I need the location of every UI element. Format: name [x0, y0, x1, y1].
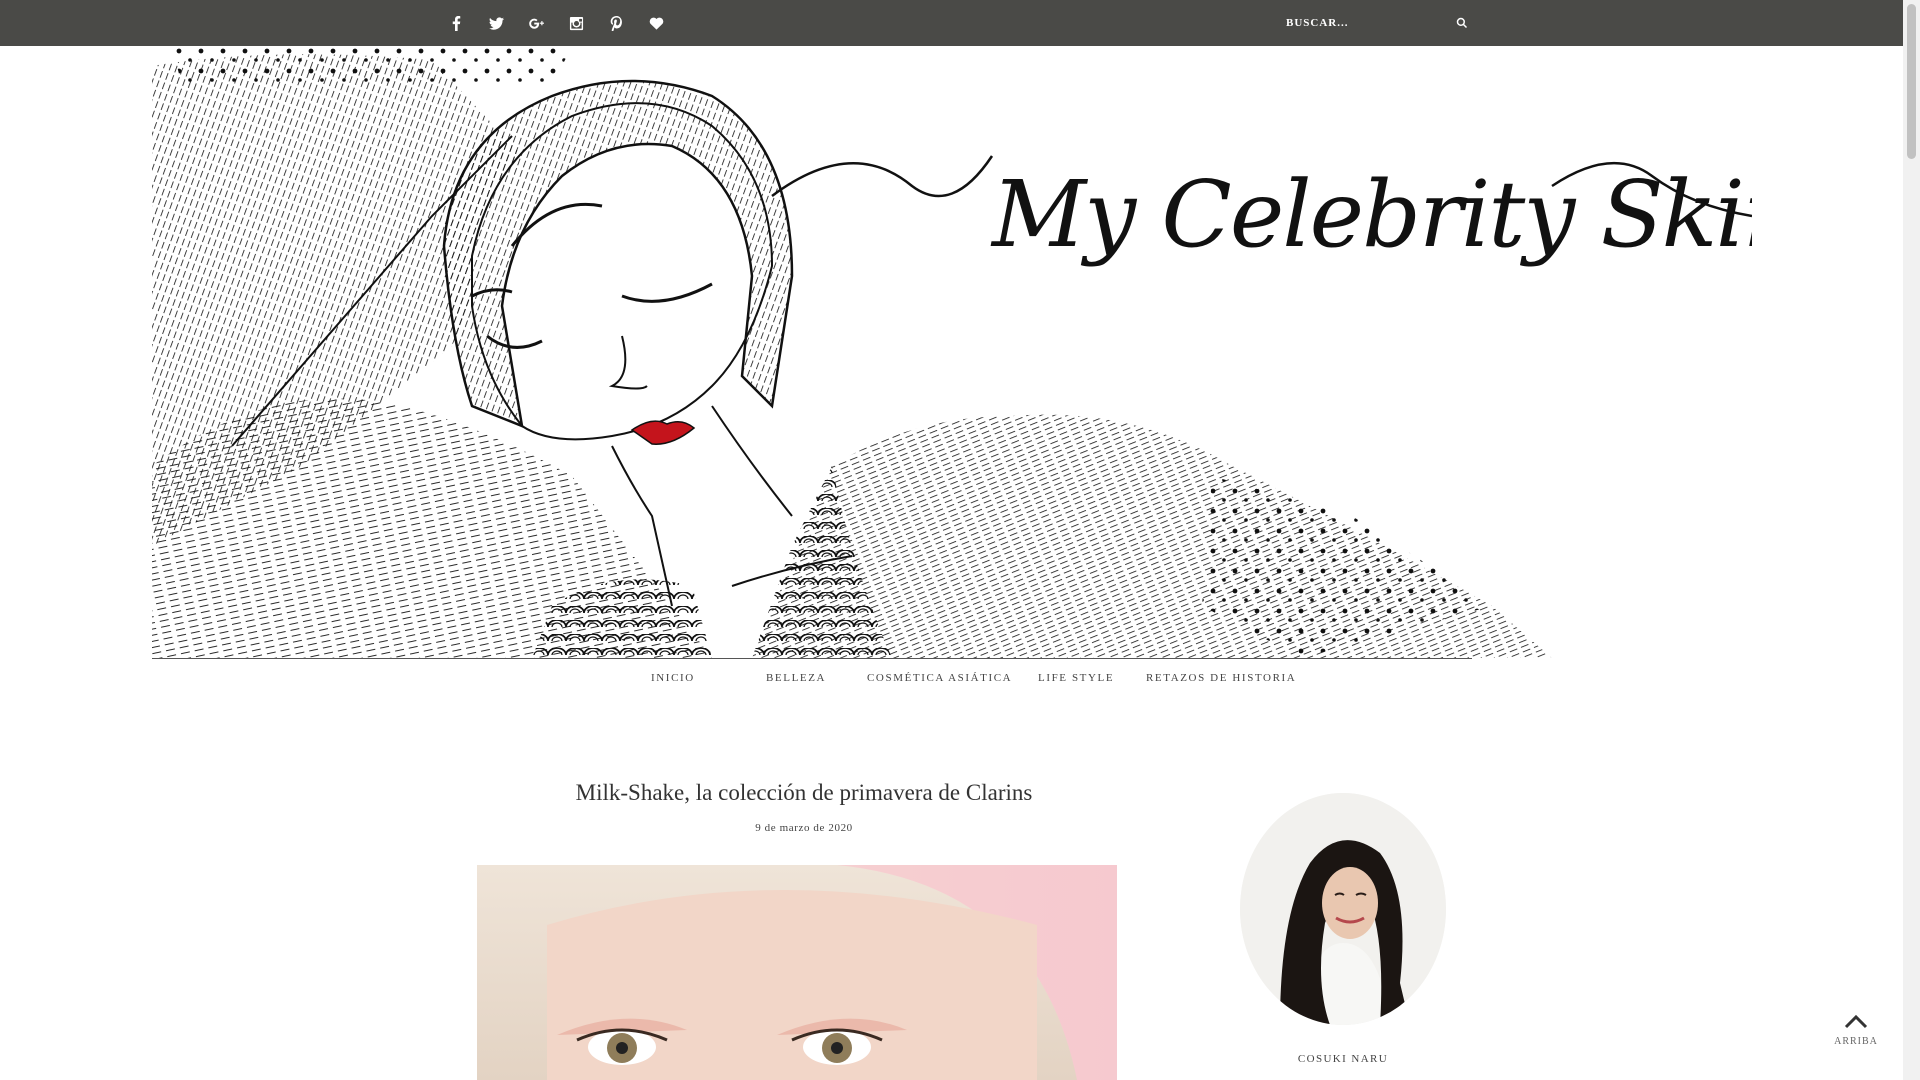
- heart-icon[interactable]: [636, 0, 676, 46]
- post-title[interactable]: Milk-Shake, la colección de primavera de…: [476, 780, 1132, 806]
- twitter-icon[interactable]: [476, 0, 516, 46]
- main-nav: INICIO BELLEZA COSMÉTICA ASIÁTICA LIFE S…: [0, 672, 1903, 696]
- social-links: [436, 0, 676, 46]
- back-to-top-button[interactable]: ARRIBA: [1830, 1012, 1882, 1052]
- pinterest-icon[interactable]: [596, 0, 636, 46]
- header-divider: [152, 658, 1472, 659]
- header-banner[interactable]: My Celebrity Skin: [152, 46, 1752, 658]
- google-plus-icon[interactable]: [516, 0, 556, 46]
- search-input[interactable]: [1278, 17, 1436, 29]
- search-icon[interactable]: [1456, 17, 1468, 29]
- post-date: 9 de marzo de 2020: [755, 822, 853, 834]
- author-avatar[interactable]: [1240, 793, 1446, 1025]
- nav-item-retazos-de-historia[interactable]: RETAZOS DE HISTORIA: [1146, 672, 1296, 684]
- top-bar: [0, 0, 1903, 46]
- author-photo: [1240, 793, 1446, 1025]
- author-name: COSUKI NARU: [1297, 1053, 1389, 1065]
- scrollbar-thumb[interactable]: [1907, 4, 1916, 159]
- logo-text: My Celebrity Skin: [990, 161, 1752, 268]
- instagram-icon[interactable]: [556, 0, 596, 46]
- nav-item-belleza[interactable]: BELLEZA: [766, 672, 826, 684]
- header-illustration: My Celebrity Skin: [152, 46, 1752, 658]
- scrollbar[interactable]: [1903, 0, 1920, 1080]
- post-image-photo: [477, 865, 1117, 1080]
- back-to-top-label: ARRIBA: [1834, 1036, 1878, 1047]
- nav-item-life-style[interactable]: LIFE STYLE: [1038, 672, 1114, 684]
- nav-item-inicio[interactable]: INICIO: [651, 672, 695, 684]
- nav-item-cosmetica-asiatica[interactable]: COSMÉTICA ASIÁTICA: [867, 672, 1012, 684]
- facebook-icon[interactable]: [436, 0, 476, 46]
- search-box: [1278, 0, 1468, 46]
- chevron-up-icon: [1844, 1014, 1868, 1029]
- post-image[interactable]: [477, 865, 1117, 1080]
